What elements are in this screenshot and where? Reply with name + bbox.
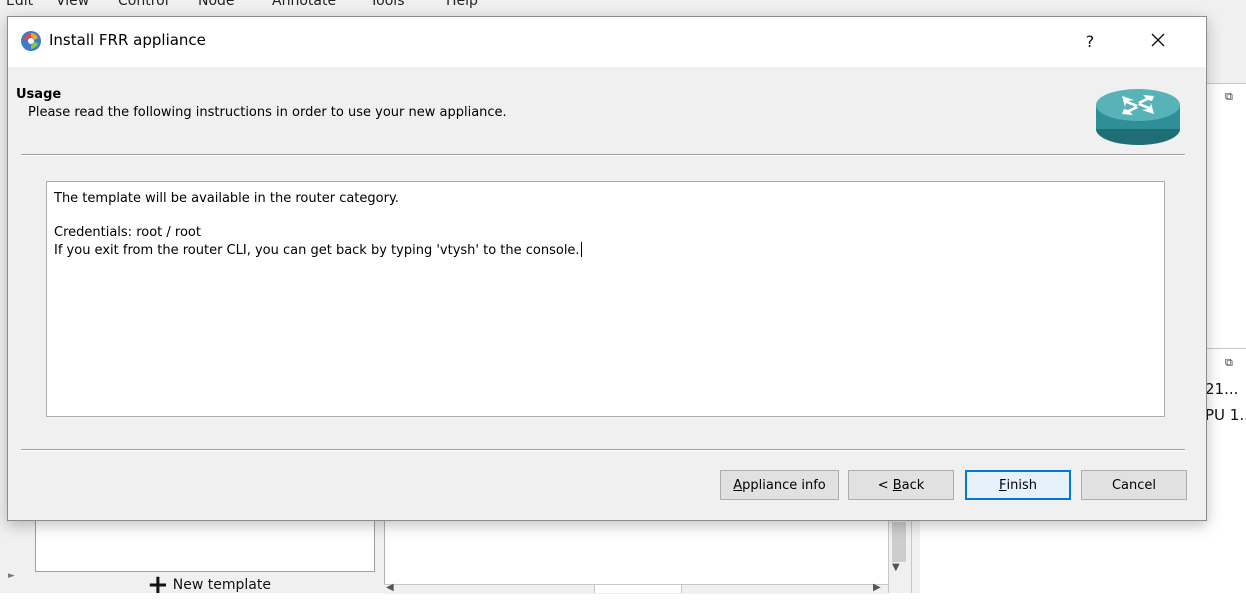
header-divider [21, 154, 1185, 156]
vertical-scroll-thumb[interactable] [892, 522, 906, 562]
instruction-line-2: Credentials: root / root [54, 225, 201, 240]
router-icon [1096, 89, 1180, 145]
scroll-right-arrow-icon[interactable]: ▶ [873, 582, 881, 593]
background-menubar: Edit View Control Node Annotate Tools He… [0, 0, 1246, 14]
page-subtitle: Please read the following instructions i… [28, 105, 507, 120]
menu-view[interactable]: View [56, 0, 89, 9]
menu-help[interactable]: Help [446, 0, 478, 9]
close-icon [1151, 33, 1165, 47]
dialog-titlebar: Install FRR appliance ? [8, 17, 1206, 67]
wizard-header: Usage Please read the following instruct… [8, 67, 1206, 153]
template-list[interactable] [35, 519, 375, 572]
left-arrow-icon: ► [8, 571, 15, 581]
install-appliance-dialog: Install FRR appliance ? Usage Please rea… [7, 16, 1207, 521]
gns3-app-icon [21, 31, 41, 51]
menu-node[interactable]: Node [198, 0, 235, 9]
new-template-label: New template [172, 577, 271, 593]
instruction-line-1: The template will be available in the ro… [54, 191, 399, 206]
cancel-button[interactable]: Cancel [1081, 470, 1187, 500]
dialog-title: Install FRR appliance [49, 31, 206, 49]
new-template-button[interactable]: + New template [147, 570, 271, 600]
menu-tools[interactable]: Tools [370, 0, 405, 9]
menu-edit[interactable]: Edit [6, 0, 33, 9]
page-title: Usage [16, 87, 62, 102]
dock-float-icon-2[interactable]: ⧉ [1225, 356, 1233, 370]
text-caret [580, 242, 582, 257]
instructions-textarea[interactable]: The template will be available in the ro… [46, 181, 1165, 417]
plus-icon: + [147, 570, 169, 600]
instruction-line-3: If you exit from the router CLI, you can… [54, 242, 582, 258]
help-button[interactable]: ? [1075, 29, 1105, 55]
back-button[interactable]: < Back [848, 470, 954, 500]
dock-text-2: PU 1.. [1205, 406, 1246, 424]
appliance-info-button[interactable]: Appliance info [720, 470, 839, 500]
scroll-down-arrow-icon[interactable]: ▼ [892, 562, 900, 573]
dock-float-icon[interactable]: ⧉ [1225, 90, 1233, 104]
menu-annotate[interactable]: Annotate [272, 0, 336, 9]
finish-button[interactable]: Finish [965, 470, 1071, 500]
scroll-left-arrow-icon[interactable]: ◀ [386, 582, 394, 593]
footer-divider [21, 449, 1185, 451]
dock-text-1: 21... [1205, 380, 1239, 398]
menu-control[interactable]: Control [118, 0, 169, 9]
horizontal-scroll-thumb[interactable] [594, 585, 682, 593]
close-button[interactable] [1138, 27, 1178, 57]
canvas-area[interactable] [384, 519, 890, 588]
